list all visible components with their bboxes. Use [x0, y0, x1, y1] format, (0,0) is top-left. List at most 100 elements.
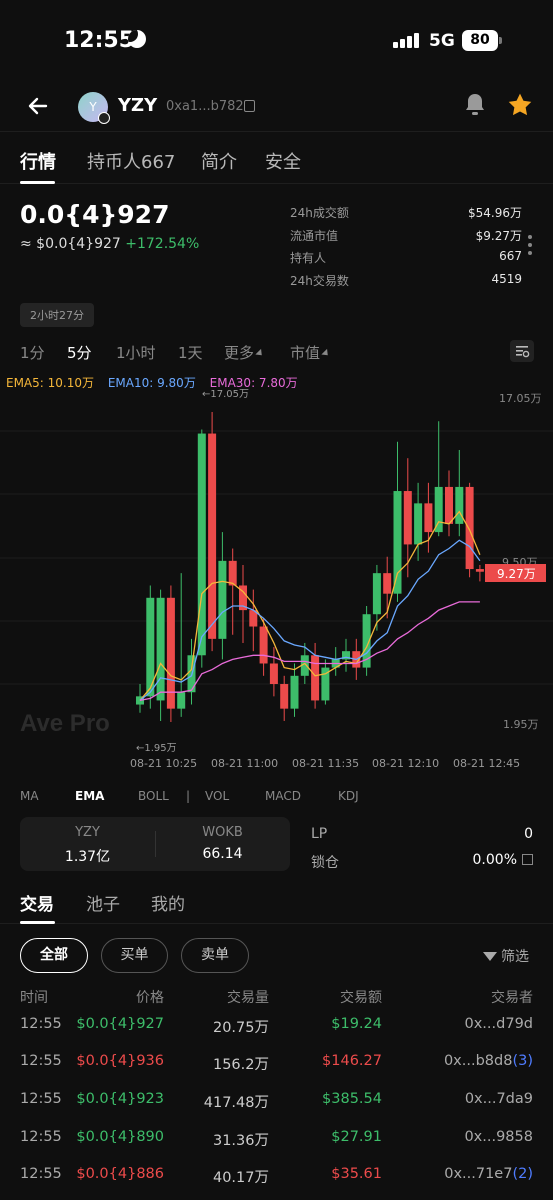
current-price: 0.0{4}927 — [20, 200, 170, 229]
lock-value-wrap[interactable]: 0.00% — [473, 852, 533, 868]
interval-5m[interactable]: 5分 — [67, 342, 92, 363]
stat-row: 24h交易数 4519 — [290, 272, 522, 295]
ema10-line — [139, 539, 481, 701]
copy-icon[interactable] — [244, 100, 255, 112]
reserve-token: YZY 1.37亿 — [20, 825, 155, 866]
bell-icon[interactable] — [463, 92, 487, 118]
x-tick: 08-21 12:10 — [372, 757, 439, 770]
filter-sell[interactable]: 卖单 — [181, 938, 249, 973]
indicator-ma[interactable]: MA — [20, 789, 39, 803]
trade-row[interactable]: 12:55 $0.0{4}890 31.36万 $27.91 0x...9858 — [0, 1129, 553, 1153]
indicator-macd[interactable]: MACD — [265, 789, 301, 803]
trade-row[interactable]: 12:55 $0.0{4}927 20.75万 $19.24 0x...d79d — [0, 1016, 553, 1040]
tab-mine[interactable]: 我的 — [151, 890, 185, 915]
interval-more-label: 更多 — [224, 344, 255, 362]
stat-value: 4519 — [491, 272, 522, 287]
filter-buy[interactable]: 买单 — [101, 938, 168, 973]
candle-up — [290, 675, 299, 709]
low-marker: ←1.95万 — [136, 743, 177, 754]
candle-down — [475, 569, 484, 572]
trade-row[interactable]: 12:55 $0.0{4}886 40.17万 $35.61 0x...71e7… — [0, 1166, 553, 1190]
indicator-ema[interactable]: EMA — [75, 789, 104, 803]
tab-market[interactable]: 行情 — [20, 148, 56, 174]
col-trader: 交易者 — [491, 990, 533, 1006]
tab-security[interactable]: 安全 — [265, 148, 301, 174]
back-arrow-icon[interactable] — [26, 94, 50, 118]
trade-trader[interactable]: 0x...71e7(2) — [444, 1166, 533, 1182]
candle-up — [393, 491, 402, 594]
reserve-quote: WOKB 66.14 — [155, 825, 290, 862]
trader-address: 0x...7da9 — [464, 1091, 533, 1107]
candle-down — [269, 663, 278, 685]
stat-row: 持有人 667 — [290, 249, 522, 272]
y-label-bottom: 1.95万 — [503, 718, 539, 731]
avatar-letter: Y — [89, 100, 97, 114]
tab-holders[interactable]: 持币人667 — [87, 148, 175, 174]
watermark-text: Ave Pro — [20, 710, 110, 737]
dropdown-icon — [321, 348, 331, 359]
candle-down — [383, 573, 392, 594]
trade-trader[interactable]: 0x...9858 — [464, 1129, 533, 1145]
more-vertical-icon[interactable] — [528, 235, 532, 255]
stat-label: 持有人 — [290, 251, 327, 266]
stat-value: $54.96万 — [468, 206, 522, 220]
candle-down — [465, 486, 474, 570]
filter-button[interactable]: 筛选 — [483, 946, 529, 966]
interval-1m[interactable]: 1分 — [20, 342, 45, 363]
trader-address: 0x...71e7 — [444, 1166, 513, 1182]
trade-row[interactable]: 12:55 $0.0{4}923 417.48万 $385.54 0x...7d… — [0, 1091, 553, 1115]
trade-trader[interactable]: 0x...b8d8(3) — [444, 1053, 533, 1069]
trade-amount: $19.24 — [331, 1016, 382, 1032]
signal-icon — [393, 32, 421, 48]
trader-address: 0x...9858 — [464, 1129, 533, 1145]
candle-down — [424, 503, 433, 533]
candle-up — [434, 486, 443, 533]
interval-1h[interactable]: 1小时 — [116, 342, 156, 363]
indicator-boll[interactable]: BOLL — [138, 789, 169, 803]
trade-price: $0.0{4}886 — [76, 1166, 164, 1182]
candle-down — [208, 433, 217, 639]
external-link-icon — [522, 854, 533, 865]
col-amount: 交易额 — [340, 990, 382, 1006]
price-usd: ≈ $0.0{4}927 +172.54% — [20, 236, 199, 252]
filter-all[interactable]: 全部 — [20, 938, 88, 973]
trade-row[interactable]: 12:55 $0.0{4}936 156.2万 $146.27 0x...b8d… — [0, 1053, 553, 1077]
candle-down — [445, 486, 453, 524]
stats-panel: 24h成交额 $54.96万 流通市值 $9.27万 持有人 667 24h交易数 45… — [290, 204, 522, 295]
pool-reserves: YZY 1.37亿 WOKB 66.14 — [20, 817, 290, 871]
tab-underline — [20, 181, 55, 184]
token-age-badge: 2小时27分 — [20, 303, 94, 327]
reserve-token-value: 1.37亿 — [64, 849, 111, 865]
star-icon[interactable] — [507, 92, 533, 118]
trade-price: $0.0{4}923 — [76, 1091, 164, 1107]
tab-intro[interactable]: 简介 — [201, 148, 237, 174]
trade-qty: 40.17万 — [212, 1170, 269, 1186]
interval-1d[interactable]: 1天 — [178, 342, 203, 363]
chart-settings-icon[interactable] — [510, 340, 534, 362]
token-avatar[interactable]: Y — [78, 92, 110, 124]
candle-up — [414, 503, 423, 545]
x-tick: 08-21 12:45 — [453, 757, 520, 770]
tab-trades[interactable]: 交易 — [20, 890, 54, 915]
stat-label: 流通市值 — [290, 228, 339, 243]
trade-time: 12:55 — [20, 1129, 62, 1145]
trade-trader[interactable]: 0x...d79d — [465, 1016, 534, 1032]
trade-trader[interactable]: 0x...7da9 — [465, 1091, 533, 1107]
tab-pools[interactable]: 池子 — [86, 890, 120, 915]
token-address[interactable]: 0xa1...b782 — [166, 99, 244, 114]
trade-qty: 156.2万 — [212, 1057, 269, 1073]
stat-value: $9.27万 — [475, 228, 522, 243]
trader-badge: (2) — [512, 1166, 533, 1182]
trader-address: 0x...d79d — [464, 1016, 534, 1032]
mcap-label: 市值 — [290, 344, 321, 362]
interval-more[interactable]: 更多 — [224, 342, 265, 363]
trade-qty: 20.75万 — [212, 1020, 269, 1036]
trade-price: $0.0{4}890 — [76, 1129, 164, 1145]
indicator-vol[interactable]: VOL — [205, 789, 229, 803]
trade-tab-underline — [20, 921, 55, 924]
price-chart[interactable]: Ave Pro 17.05万 9.50万 1.95万 ←17.05万 ←1.95… — [0, 386, 553, 776]
mcap-toggle[interactable]: 市值 — [290, 342, 331, 363]
status-time: 12:55 — [64, 28, 135, 53]
trade-price: $0.0{4}936 — [76, 1053, 164, 1069]
indicator-kdj[interactable]: KDJ — [338, 789, 359, 803]
